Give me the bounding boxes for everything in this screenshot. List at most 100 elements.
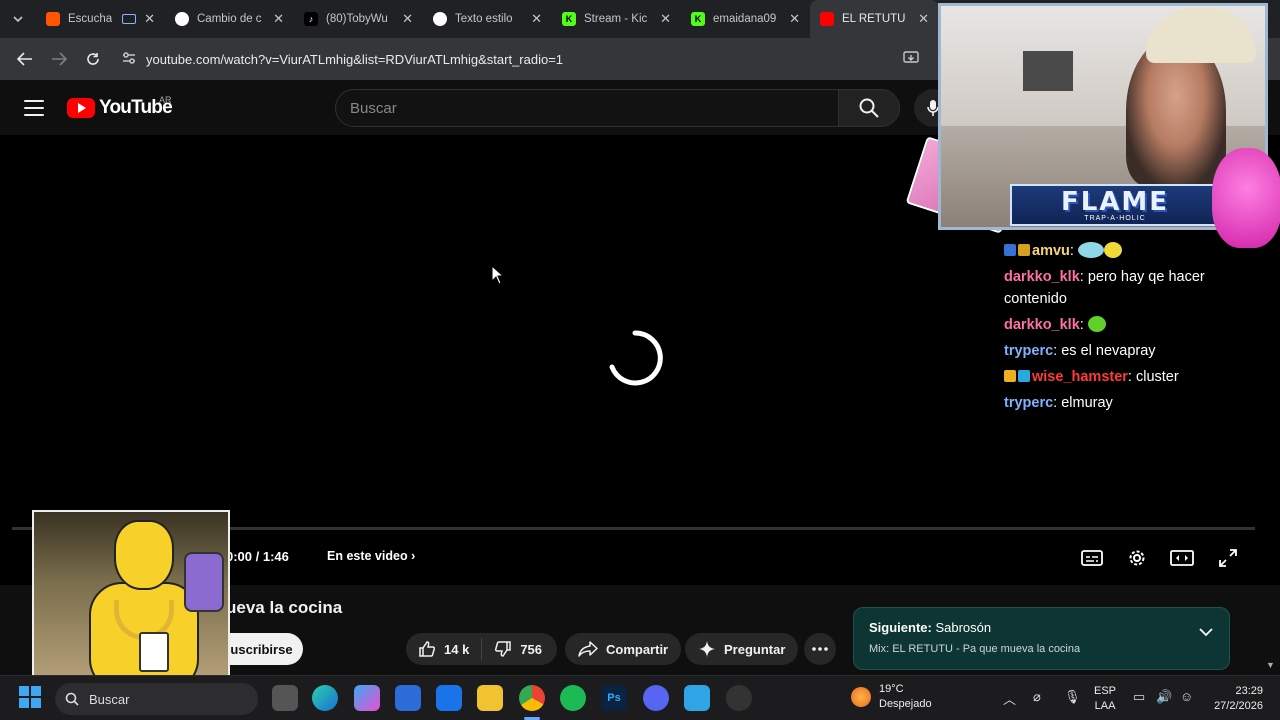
chrome-icon[interactable] (519, 685, 545, 711)
homer-sticker (32, 510, 230, 688)
tab-title: Cambio de c (197, 13, 262, 25)
tray-overflow-icon[interactable]: ︿ (1003, 689, 1016, 708)
close-icon[interactable]: ✕ (660, 11, 671, 27)
browser-tab[interactable]: Cambio de c ✕ (165, 0, 294, 38)
outlook-icon[interactable] (436, 685, 462, 711)
microphone-tray-icon[interactable]: 🎙 (1064, 689, 1081, 705)
close-icon[interactable]: ✕ (531, 11, 542, 27)
store-icon[interactable] (395, 685, 421, 711)
install-app-icon[interactable] (900, 46, 922, 70)
screen: Escucha ✕ Cambio de c ✕ ♪ (80)TobyWu ✕ T… (0, 0, 1280, 720)
dislike-button[interactable]: 756 (482, 633, 554, 665)
scroll-down-icon[interactable]: ▼ (1266, 660, 1278, 672)
taskbar-search[interactable]: Buscar (55, 683, 258, 715)
share-button[interactable]: Compartir (565, 633, 682, 665)
more-actions-button[interactable] (804, 633, 836, 665)
chevron-right-icon: › (411, 549, 416, 563)
taskbar-clock[interactable]: 23:29 27/2/2026 (1203, 684, 1263, 714)
network-off-icon[interactable]: ⌀ (1033, 689, 1041, 705)
sparkle-icon (699, 641, 715, 657)
browser-tab[interactable]: ♪ (80)TobyWu ✕ (294, 0, 423, 38)
close-icon[interactable]: ✕ (402, 11, 413, 27)
close-icon[interactable]: ✕ (273, 11, 284, 27)
input-language[interactable]: ESP LAA (1094, 684, 1116, 714)
tab-title: Stream - Kic (584, 13, 648, 25)
chat-text: cluster (1135, 369, 1179, 385)
chapters-label: En este video (327, 549, 408, 563)
theater-mode-icon[interactable] (1169, 545, 1195, 571)
chevron-down-icon[interactable] (1199, 628, 1213, 637)
up-next-title: Sabrosón (935, 620, 992, 635)
close-icon[interactable]: ✕ (144, 11, 155, 27)
settings-gear-icon[interactable] (1124, 545, 1150, 571)
photoshop-icon[interactable]: Ps (601, 685, 627, 711)
thumbs-down-icon (495, 641, 512, 657)
edge-icon[interactable] (312, 685, 338, 711)
search-button[interactable] (838, 89, 900, 127)
volume-icon[interactable]: 🔊 (1156, 689, 1172, 705)
back-button[interactable] (8, 42, 42, 76)
share-icon (578, 641, 598, 657)
tab-title: emaidana09 (713, 13, 777, 25)
weather-desc: Despejado (879, 698, 932, 710)
dislike-count: 756 (520, 641, 543, 657)
url-text[interactable]: youtube.com/watch?v=ViurATLmhig&list=RDV… (146, 52, 563, 67)
forward-button[interactable] (42, 42, 76, 76)
photos-icon[interactable] (684, 685, 710, 711)
youtube-logo[interactable]: YouTube (67, 97, 173, 119)
chat-message: amvu: (1004, 240, 1254, 262)
tab-search-button[interactable] (0, 0, 36, 38)
chat-username: amvu (1032, 243, 1070, 259)
browser-tab[interactable]: Texto estilo ✕ (423, 0, 552, 38)
task-view-icon[interactable] (272, 685, 298, 711)
tiktok-icon: ♪ (304, 12, 318, 26)
taskbar-search-label: Buscar (89, 691, 130, 707)
file-explorer-icon[interactable] (477, 685, 503, 711)
chat-message: darkko_klk: pero hay qe hacer contenido (1004, 269, 1205, 307)
youtube-play-icon (67, 98, 95, 118)
browser-tab[interactable]: K emaidana09 ✕ (681, 0, 810, 38)
browser-tab[interactable]: K Stream - Kic ✕ (552, 0, 681, 38)
close-icon[interactable]: ✕ (918, 11, 929, 27)
youtube-icon (820, 12, 834, 26)
site-settings-icon[interactable] (122, 51, 136, 67)
obs-icon[interactable] (726, 685, 752, 711)
thumbs-up-icon (419, 641, 436, 657)
copilot-icon[interactable] (354, 685, 380, 711)
chat-badge-icon (1018, 244, 1030, 256)
discord-icon[interactable] (643, 685, 669, 711)
chapters-button[interactable]: En este video › (327, 549, 415, 563)
windows-start-icon[interactable] (19, 686, 41, 708)
kick-icon: K (562, 12, 576, 26)
chat-badge-icon (1004, 244, 1016, 256)
clock-date: 27/2/2026 (1214, 700, 1263, 712)
menu-icon[interactable] (22, 98, 46, 118)
display-icon[interactable]: ▭ (1133, 689, 1145, 705)
reload-button[interactable] (76, 42, 110, 76)
video-title: ueva la cocina (226, 598, 343, 617)
fullscreen-icon[interactable] (1215, 545, 1241, 571)
spotify-icon[interactable] (560, 685, 586, 711)
ask-button[interactable]: Preguntar (685, 633, 799, 665)
chatgpt-icon (433, 12, 447, 26)
chatgpt-icon (175, 12, 189, 26)
chat-tray-icon[interactable]: ☺ (1180, 689, 1193, 704)
sticker-figure-head (114, 520, 174, 590)
up-next-label: Siguiente: (869, 620, 932, 635)
search-input[interactable] (350, 99, 838, 117)
browser-tab[interactable]: Escucha ✕ (36, 0, 165, 38)
subtitles-icon[interactable] (1079, 545, 1105, 571)
search-icon (65, 692, 79, 706)
close-icon[interactable]: ✕ (789, 11, 800, 27)
up-next-card[interactable]: Siguiente: Sabrosón Mix: EL RETUTU - Pa … (853, 607, 1230, 670)
weather-widget[interactable]: 19°C Despejado (851, 682, 932, 712)
omnibox[interactable]: youtube.com/watch?v=ViurATLmhig&list=RDV… (116, 44, 916, 74)
keyboard-layout: LAA (1094, 700, 1116, 712)
chat-username: darkko_klk (1004, 269, 1080, 285)
browser-tab-active[interactable]: EL RETUTU ✕ (810, 0, 939, 38)
pink-buddha-sticker (1212, 148, 1280, 248)
like-dislike-group: 14 k 756 (406, 633, 557, 665)
like-button[interactable]: 14 k (406, 633, 481, 665)
webcam-poster (1023, 51, 1073, 91)
language-code: ESP (1094, 685, 1117, 697)
